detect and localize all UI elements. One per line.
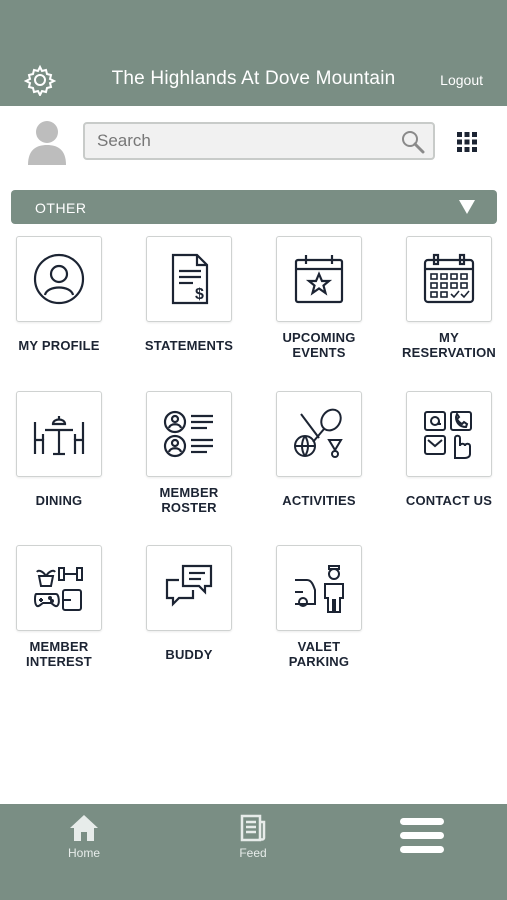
tile-label: CONTACT US <box>405 493 493 508</box>
calendar-star-icon <box>294 255 344 304</box>
statement-icon: $ <box>171 253 209 305</box>
nav-feed[interactable]: Feed <box>208 814 298 874</box>
gear-icon[interactable] <box>24 64 56 96</box>
tile-valet-parking[interactable]: VALET PARKING <box>260 545 390 695</box>
tile-label: MEMBER ROSTER <box>159 485 219 515</box>
tile-label: ACTIVITIES <box>282 493 356 508</box>
contact-icon <box>424 411 472 459</box>
profile-icon <box>33 253 85 305</box>
reservation-calendar-icon <box>423 253 475 304</box>
tile-contact-us[interactable]: CONTACT US <box>390 391 507 541</box>
tile-label: DINING <box>35 493 83 508</box>
search-bar <box>83 122 435 160</box>
tile-label: BUDDY <box>165 647 213 662</box>
tile-buddy-box[interactable] <box>146 545 232 631</box>
tile-member-interest[interactable]: MEMBER INTEREST <box>0 545 130 695</box>
roster-icon <box>163 410 213 458</box>
logout-button[interactable]: Logout <box>440 72 483 88</box>
tile-buddy[interactable]: BUDDY <box>130 545 260 695</box>
tile-upcoming-events-box[interactable] <box>276 236 362 322</box>
chat-bubbles-icon <box>165 564 213 607</box>
tile-label: VALET PARKING <box>288 639 350 669</box>
tile-dining[interactable]: DINING <box>0 391 130 541</box>
tile-dining-box[interactable] <box>16 391 102 477</box>
tile-my-reservation[interactable]: MY RESERVATION <box>390 236 507 386</box>
grid-menu-icon[interactable] <box>457 132 477 152</box>
search-input[interactable] <box>85 124 409 158</box>
tile-statements[interactable]: $ STATEMENTS <box>130 236 260 386</box>
search-icon[interactable] <box>401 130 425 154</box>
tile-member-interest-box[interactable] <box>16 545 102 631</box>
avatar[interactable] <box>27 119 67 165</box>
tile-statements-box[interactable]: $ <box>146 236 232 322</box>
tile-label: UPCOMING EVENTS <box>282 330 356 360</box>
nav-feed-label: Feed <box>239 846 267 860</box>
tile-label: MY PROFILE <box>18 338 100 353</box>
tile-my-profile-box[interactable] <box>16 236 102 322</box>
nav-home-label: Home <box>67 846 100 860</box>
app-header: The Highlands At Dove Mountain Logout <box>0 0 507 106</box>
tile-activities[interactable]: ACTIVITIES <box>260 391 390 541</box>
valet-icon <box>295 565 344 613</box>
home-icon <box>70 815 98 841</box>
tile-activities-box[interactable] <box>276 391 362 477</box>
tile-contact-us-box[interactable] <box>406 391 492 477</box>
tile-valet-parking-box[interactable] <box>276 545 362 631</box>
section-label: OTHER <box>35 200 87 216</box>
feed-icon <box>240 814 266 842</box>
tile-member-roster[interactable]: MEMBER ROSTER <box>130 391 260 541</box>
tile-label: MY RESERVATION <box>402 330 496 360</box>
bottom-nav: Home Feed <box>0 804 507 900</box>
triangle-down-icon <box>459 200 475 214</box>
dining-table-icon <box>33 416 85 456</box>
sports-icon <box>294 408 343 458</box>
tile-member-roster-box[interactable] <box>146 391 232 477</box>
interests-icon <box>34 567 83 611</box>
nav-home[interactable]: Home <box>39 814 129 874</box>
tile-upcoming-events[interactable]: UPCOMING EVENTS <box>260 236 390 386</box>
section-dropdown[interactable]: OTHER <box>11 190 497 224</box>
tile-label: MEMBER INTEREST <box>26 639 92 669</box>
tile-my-reservation-box[interactable] <box>406 236 492 322</box>
page-title: The Highlands At Dove Mountain <box>111 68 396 89</box>
svg-text:$: $ <box>195 286 204 303</box>
hamburger-menu-icon[interactable] <box>400 818 446 854</box>
tile-label: STATEMENTS <box>144 338 234 353</box>
tile-my-profile[interactable]: MY PROFILE <box>0 236 130 386</box>
